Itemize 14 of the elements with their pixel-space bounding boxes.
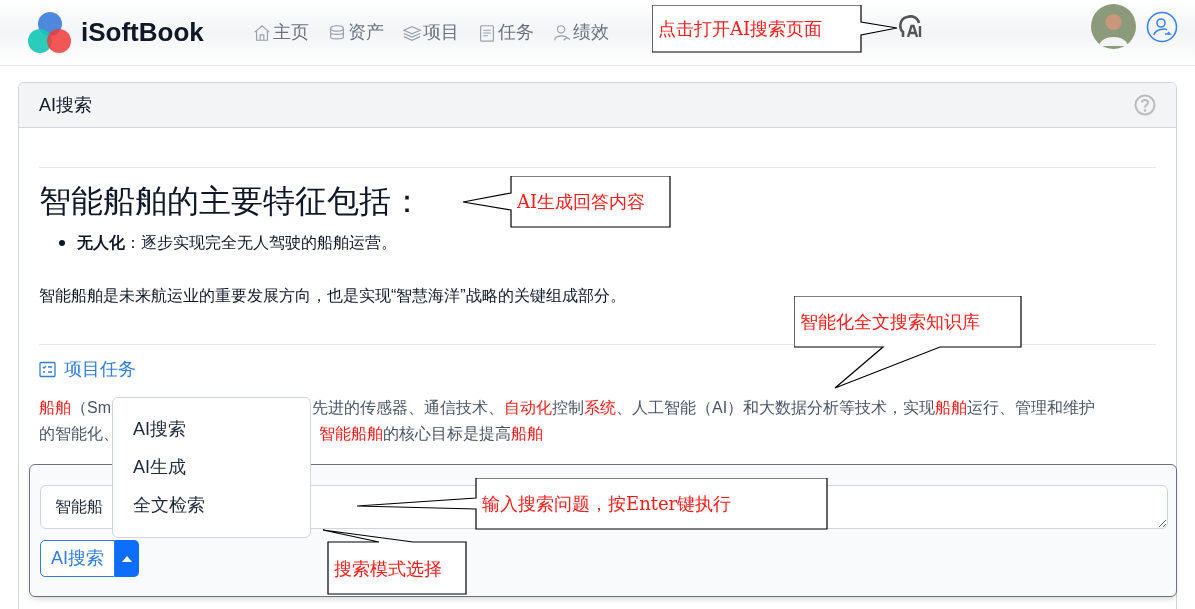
bullet-text: 无人化：逐步实现完全无人驾驶的船舶运营。 <box>77 233 397 253</box>
answer-heading: 智能船舶的主要特征包括： <box>39 182 423 221</box>
callout: 输入搜索问题，按Enter键执行 <box>356 478 828 530</box>
result-text: 先进的传感器、通信技术、自动化控制系统、人工智能（AI）和大数据分析等技术，实现船舶运行、管理和维护 <box>312 398 1096 418</box>
card-title: AI搜索 <box>39 93 92 117</box>
callout: 搜索模式选择 <box>322 529 467 595</box>
callout: AI生成回答内容 <box>462 176 671 228</box>
answer-summary: 智能船舶是未来航运业的重要发展方向，也是实现“智慧海洋”战略的关键组成部分。 <box>39 286 627 306</box>
result-text: 智能船舶的核心目标是提高船舶 <box>319 424 543 444</box>
callout: 点击打开AI搜索页面 <box>652 5 898 53</box>
logo-text: iSoftBook <box>81 16 204 49</box>
result-text: 船舶（Sm <box>39 398 111 418</box>
result-text: 的智能化、 <box>39 424 119 444</box>
callout: 智能化全文搜索知识库 <box>794 296 1022 389</box>
